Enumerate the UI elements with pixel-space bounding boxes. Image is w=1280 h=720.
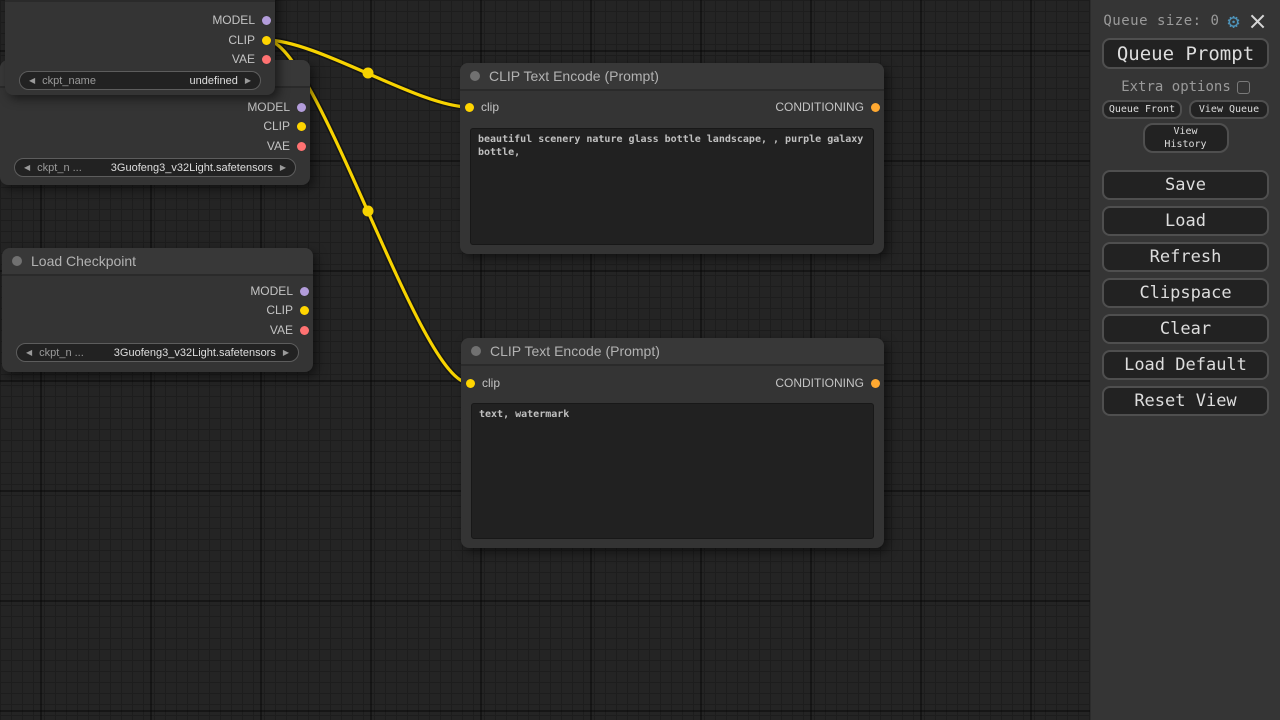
link-midpoint-dot <box>363 206 374 217</box>
ckpt-name-widget[interactable]: ◀ ckpt_n ... 3Guofeng3_v32Light.safetens… <box>14 158 296 177</box>
widget-next-icon[interactable]: ▶ <box>245 77 251 85</box>
queue-front-button[interactable]: Queue Front <box>1102 100 1182 119</box>
view-history-button[interactable]: View History <box>1143 123 1229 153</box>
output-slot-vae[interactable]: VAE <box>232 49 275 69</box>
node-title-bar[interactable] <box>5 0 275 2</box>
clip-slot-dot[interactable] <box>466 379 475 388</box>
extra-options-label: Extra options <box>1121 79 1231 95</box>
output-slot-clip[interactable]: CLIP <box>266 300 313 320</box>
conditioning-slot-dot[interactable] <box>871 379 880 388</box>
settings-gear-icon[interactable]: ⚙ <box>1227 11 1239 31</box>
slot-label: clip <box>482 376 500 390</box>
node-title: CLIP Text Encode (Prompt) <box>489 68 659 84</box>
node-load-checkpoint[interactable]: Load Checkpoint MODEL CLIP VAE ◀ ckpt_n … <box>2 248 313 372</box>
widget-value: 3Guofeng3_v32Light.safetensors <box>111 162 273 174</box>
clear-button[interactable]: Clear <box>1102 314 1269 344</box>
node-title-bar[interactable]: Load Checkpoint <box>2 248 313 276</box>
node-collapse-dot[interactable] <box>470 71 480 81</box>
output-slot-conditioning[interactable]: CONDITIONING <box>775 97 884 117</box>
close-icon[interactable]: × <box>1248 12 1268 30</box>
ckpt-name-widget[interactable]: ◀ ckpt_n ... 3Guofeng3_v32Light.safetens… <box>16 343 299 362</box>
slot-label: MODEL <box>250 284 293 298</box>
queue-status-row: Queue size: 0 ⚙ × <box>1091 10 1280 32</box>
widget-label: ckpt_n ... <box>39 347 84 359</box>
node-clip-text-encode-positive[interactable]: CLIP Text Encode (Prompt) clip CONDITION… <box>460 63 884 254</box>
widget-prev-icon[interactable]: ◀ <box>24 164 30 172</box>
slot-label: CLIP <box>266 303 293 317</box>
node-collapse-dot[interactable] <box>12 256 22 266</box>
slot-label: CLIP <box>228 33 255 47</box>
output-slot-model[interactable]: MODEL <box>247 97 310 117</box>
node-title-bar[interactable]: CLIP Text Encode (Prompt) <box>460 63 884 91</box>
widget-value: undefined <box>190 75 238 87</box>
reset-view-button[interactable]: Reset View <box>1102 386 1269 416</box>
queue-prompt-button[interactable]: Queue Prompt <box>1102 38 1269 69</box>
output-slot-vae[interactable]: VAE <box>267 136 310 156</box>
slot-label: VAE <box>267 139 290 153</box>
slot-label: clip <box>481 100 499 114</box>
widget-prev-icon[interactable]: ◀ <box>26 349 32 357</box>
widget-label: ckpt_n ... <box>37 162 82 174</box>
comfy-menu-panel: Queue size: 0 ⚙ × Queue Prompt Extra opt… <box>1090 0 1280 720</box>
widget-label: ckpt_name <box>42 75 96 87</box>
slot-label: MODEL <box>212 13 255 27</box>
slot-label: MODEL <box>247 100 290 114</box>
ckpt-name-widget[interactable]: ◀ ckpt_name undefined ▶ <box>19 71 261 90</box>
widget-next-icon[interactable]: ▶ <box>280 164 286 172</box>
clipspace-button[interactable]: Clipspace <box>1102 278 1269 308</box>
slot-label: CONDITIONING <box>775 376 864 390</box>
clip-slot-dot[interactable] <box>465 103 474 112</box>
node-title-bar[interactable]: CLIP Text Encode (Prompt) <box>461 338 884 366</box>
prompt-text-input[interactable]: beautiful scenery nature glass bottle la… <box>470 128 874 245</box>
load-default-button[interactable]: Load Default <box>1102 350 1269 380</box>
model-slot-dot[interactable] <box>262 16 271 25</box>
vae-slot-dot[interactable] <box>297 142 306 151</box>
extra-options-checkbox[interactable] <box>1237 81 1250 94</box>
model-slot-dot[interactable] <box>297 103 306 112</box>
prompt-text-input[interactable]: text, watermark <box>471 403 874 539</box>
slot-label: VAE <box>232 52 255 66</box>
slot-label: VAE <box>270 323 293 337</box>
extra-options-row: Extra options <box>1091 78 1280 96</box>
node-title: CLIP Text Encode (Prompt) <box>490 343 660 359</box>
output-slot-model[interactable]: MODEL <box>250 281 313 301</box>
output-slot-conditioning[interactable]: CONDITIONING <box>775 373 884 393</box>
vae-slot-dot[interactable] <box>300 326 309 335</box>
output-slot-clip[interactable]: CLIP <box>263 116 310 136</box>
queue-size-label: Queue size: 0 <box>1103 13 1219 29</box>
slot-label: CONDITIONING <box>775 100 864 114</box>
queue-actions-row: Queue Front View Queue <box>1091 100 1280 119</box>
node-load-checkpoint-top[interactable]: MODEL CLIP VAE ◀ ckpt_name undefined ▶ <box>5 0 275 95</box>
clip-slot-dot[interactable] <box>300 306 309 315</box>
refresh-button[interactable]: Refresh <box>1102 242 1269 272</box>
view-queue-button[interactable]: View Queue <box>1189 100 1269 119</box>
save-button[interactable]: Save <box>1102 170 1269 200</box>
output-slot-vae[interactable]: VAE <box>270 320 313 340</box>
node-title: Load Checkpoint <box>31 253 136 269</box>
model-slot-dot[interactable] <box>300 287 309 296</box>
widget-next-icon[interactable]: ▶ <box>283 349 289 357</box>
conditioning-slot-dot[interactable] <box>871 103 880 112</box>
input-slot-clip[interactable]: clip <box>460 97 499 117</box>
slot-label: CLIP <box>263 119 290 133</box>
clip-slot-dot[interactable] <box>297 122 306 131</box>
node-collapse-dot[interactable] <box>471 346 481 356</box>
input-slot-clip[interactable]: clip <box>461 373 500 393</box>
clip-slot-dot[interactable] <box>262 36 271 45</box>
vae-slot-dot[interactable] <box>262 55 271 64</box>
widget-prev-icon[interactable]: ◀ <box>29 77 35 85</box>
link-midpoint-dot <box>363 68 374 79</box>
widget-value: 3Guofeng3_v32Light.safetensors <box>114 347 276 359</box>
menu-button-stack: Save Load Refresh Clipspace Clear Load D… <box>1091 170 1280 416</box>
output-slot-model[interactable]: MODEL <box>212 10 275 30</box>
node-clip-text-encode-negative[interactable]: CLIP Text Encode (Prompt) clip CONDITION… <box>461 338 884 548</box>
node-graph-canvas[interactable]: MODEL CLIP VAE ◀ ckpt_n ... 3Guofeng3_v3… <box>0 0 1280 720</box>
output-slot-clip[interactable]: CLIP <box>228 30 275 50</box>
load-button[interactable]: Load <box>1102 206 1269 236</box>
